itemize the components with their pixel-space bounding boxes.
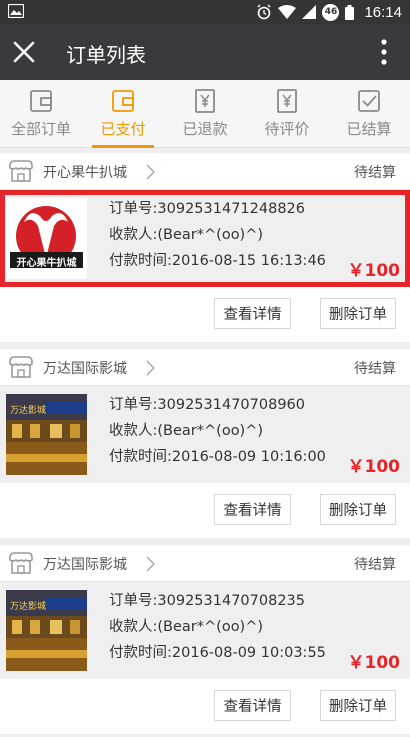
chevron-right-icon: [146, 164, 155, 180]
order-body[interactable]: 万达影城 订单号:3092531470708235 收款人:(Bear*^(oo…: [0, 582, 410, 679]
tab-label: 已退款: [182, 120, 228, 138]
order-info: 订单号:3092531470708960 收款人:(Bear*^(oo)^) 付…: [109, 392, 326, 470]
delete-order-button[interactable]: 删除订单: [320, 690, 396, 721]
order-status: 待结算: [354, 361, 396, 377]
view-details-button[interactable]: 查看详情: [214, 690, 291, 721]
view-details-button[interactable]: 查看详情: [214, 298, 291, 329]
order-card: 万达国际影城 待结算 万达影城 订单号:3092531470708235 收款人…: [0, 545, 410, 734]
pay-time-row: 付款时间:2016-08-09 10:16:00: [109, 444, 326, 470]
order-body[interactable]: 开心果牛扒城 订单号:3092531471248826 收款人:(Bear*^(…: [0, 190, 410, 287]
shop-name: 开心果牛扒城: [43, 165, 127, 181]
pay-time-label: 付款时间:: [109, 253, 172, 269]
payee: (Bear*^(oo)^): [157, 423, 264, 439]
wifi-icon: [278, 5, 297, 19]
yen-refund-icon: [195, 89, 215, 113]
order-tabs: 全部订单 已支付 已退款 待评价 已结算: [0, 80, 410, 148]
close-icon[interactable]: [10, 38, 38, 66]
shop-thumbnail: 万达影城: [6, 394, 87, 475]
chevron-right-icon: [146, 556, 155, 572]
wallet-icon: [112, 90, 134, 112]
shop-thumbnail: 万达影城: [6, 590, 87, 671]
shop-icon: [9, 160, 33, 182]
order-status: 待结算: [354, 557, 396, 573]
pay-time: 2016-08-09 10:16:00: [171, 449, 326, 465]
payee-label: 收款人:: [109, 227, 158, 243]
order-number-row: 订单号:3092531470708960: [109, 392, 326, 418]
payee: (Bear*^(oo)^): [157, 227, 264, 243]
tab-all-orders[interactable]: 全部订单: [0, 80, 82, 147]
pay-time: 2016-08-09 10:03:55: [171, 645, 326, 661]
shop-header[interactable]: 万达国际影城 待结算: [0, 349, 410, 386]
tab-settled[interactable]: 已结算: [328, 80, 410, 147]
order-number: 3092531471248826: [157, 201, 305, 217]
shop-icon: [9, 552, 33, 574]
title-bar: 订单列表: [0, 24, 410, 80]
order-number-label: 订单号:: [109, 201, 158, 217]
alarm-icon: [257, 4, 271, 20]
delete-order-button[interactable]: 删除订单: [320, 298, 396, 329]
shop-header[interactable]: 万达国际影城 待结算: [0, 545, 410, 582]
order-actions: 查看详情 删除订单: [0, 483, 410, 538]
thumb-caption: 万达影城: [10, 406, 47, 416]
shop-name: 万达国际影城: [43, 361, 127, 377]
battery-icon: [345, 4, 355, 20]
pay-time: 2016-08-15 16:13:46: [171, 253, 326, 269]
tab-to-review[interactable]: 待评价: [246, 80, 328, 147]
shop-icon: [9, 356, 33, 378]
view-details-button[interactable]: 查看详情: [214, 494, 291, 525]
order-status: 待结算: [354, 165, 396, 181]
order-body[interactable]: 万达影城 订单号:3092531470708960 收款人:(Bear*^(oo…: [0, 386, 410, 483]
order-number-label: 订单号:: [109, 397, 158, 413]
order-price: ￥100: [347, 653, 401, 673]
more-menu-icon[interactable]: [380, 38, 388, 66]
network-badge: 46: [322, 3, 340, 21]
chevron-right-icon: [146, 360, 155, 376]
pay-time-label: 付款时间:: [109, 645, 172, 661]
order-price: ￥100: [347, 261, 401, 281]
gallery-icon: [8, 4, 24, 18]
clock: 16:14: [364, 3, 402, 21]
order-price: ￥100: [347, 457, 401, 477]
checkbox-icon: [358, 90, 380, 112]
order-info: 订单号:3092531471248826 收款人:(Bear*^(oo)^) 付…: [109, 196, 326, 274]
order-card: 万达国际影城 待结算 万达影城 订单号:3092531470708960 收款人…: [0, 349, 410, 538]
order-actions: 查看详情 删除订单: [0, 287, 410, 342]
payee-label: 收款人:: [109, 423, 158, 439]
order-number-label: 订单号:: [109, 593, 158, 609]
order-number: 3092531470708235: [157, 593, 305, 609]
payee-row: 收款人:(Bear*^(oo)^): [109, 614, 326, 640]
tab-refunded[interactable]: 已退款: [164, 80, 246, 147]
tab-paid[interactable]: 已支付: [82, 80, 164, 148]
wallet-icon: [30, 90, 52, 112]
order-number: 3092531470708960: [157, 397, 305, 413]
yen-review-icon: [277, 89, 297, 113]
shop-thumbnail: 开心果牛扒城: [6, 198, 87, 279]
delete-order-button[interactable]: 删除订单: [320, 494, 396, 525]
page-title: 订单列表: [66, 43, 146, 67]
shop-header[interactable]: 开心果牛扒城 待结算: [0, 153, 410, 190]
tab-label: 全部订单: [10, 120, 71, 138]
signal-icon: [302, 5, 317, 19]
payee-row: 收款人:(Bear*^(oo)^): [109, 222, 326, 248]
status-right: 46 16:14: [256, 0, 402, 24]
thumb-caption: 万达影城: [10, 602, 47, 612]
pay-time-label: 付款时间:: [109, 449, 172, 465]
status-bar: 46 16:14: [0, 0, 410, 24]
order-number-row: 订单号:3092531470708235: [109, 588, 326, 614]
payee-row: 收款人:(Bear*^(oo)^): [109, 418, 326, 444]
tab-label: 待评价: [264, 120, 310, 138]
shop-name: 万达国际影城: [43, 557, 127, 573]
order-number-row: 订单号:3092531471248826: [109, 196, 326, 222]
tab-label: 已结算: [346, 120, 392, 138]
payee: (Bear*^(oo)^): [157, 619, 264, 635]
pay-time-row: 付款时间:2016-08-09 10:03:55: [109, 640, 326, 666]
order-info: 订单号:3092531470708235 收款人:(Bear*^(oo)^) 付…: [109, 588, 326, 666]
thumb-caption: 开心果牛扒城: [16, 258, 77, 269]
order-actions: 查看详情 删除订单: [0, 679, 410, 734]
order-card: 开心果牛扒城 待结算 开心果牛扒城 订单号:3092531471248826 收…: [0, 153, 410, 342]
tab-label: 已支付: [100, 120, 146, 138]
payee-label: 收款人:: [109, 619, 158, 635]
pay-time-row: 付款时间:2016-08-15 16:13:46: [109, 248, 326, 274]
